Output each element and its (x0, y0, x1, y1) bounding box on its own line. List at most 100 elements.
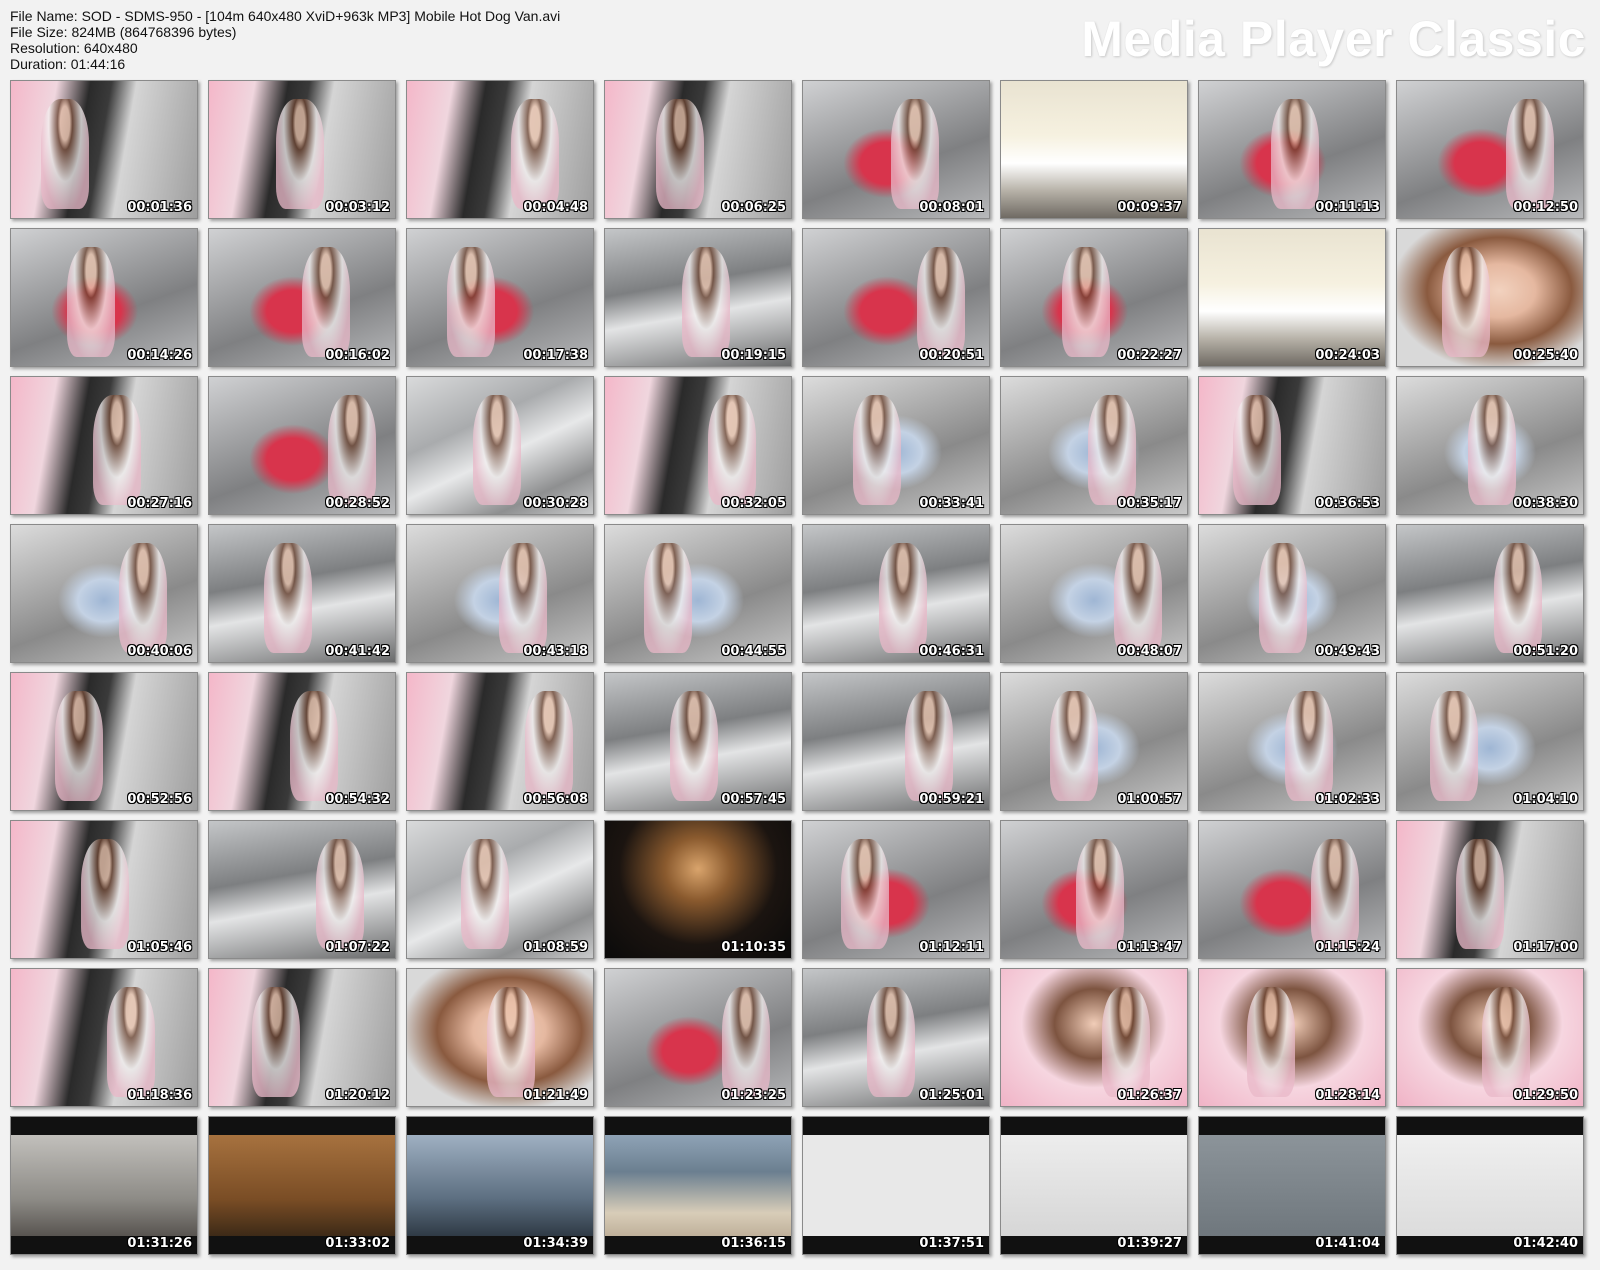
thumbnail-timestamp: 01:12:11 (919, 940, 984, 955)
thumbnail-timestamp: 00:22:27 (1117, 348, 1182, 363)
figure-silhouette (1456, 839, 1504, 949)
thumbnail-frame: 00:20:51 (802, 228, 990, 367)
figure-silhouette (1233, 395, 1281, 505)
thumbnail-grid: 00:01:36 00:03:12 00:04:48 00:06:25 00:08:01… (10, 80, 1590, 1256)
thumbnail-frame: 00:33:41 (802, 376, 990, 515)
thumbnail-timestamp: 01:17:00 (1513, 940, 1578, 955)
thumbnail-timestamp: 01:00:57 (1117, 792, 1182, 807)
duration-line: Duration: 01:44:16 (10, 56, 126, 72)
thumbnail-image (605, 1117, 791, 1254)
thumbnail-timestamp: 00:32:05 (721, 496, 786, 511)
figure-silhouette (1506, 99, 1554, 209)
thumbnail-frame: 00:01:36 (10, 80, 198, 219)
thumbnail-timestamp: 00:12:50 (1513, 200, 1578, 215)
thumbnail-timestamp: 01:23:25 (721, 1088, 786, 1103)
figure-silhouette (1482, 987, 1530, 1097)
thumbnail-timestamp: 00:52:56 (127, 792, 192, 807)
thumbnail-timestamp: 01:05:46 (127, 940, 192, 955)
thumbnail-frame: 00:44:55 (604, 524, 792, 663)
thumbnail-image (407, 229, 593, 366)
thumbnail-frame: 00:41:42 (208, 524, 396, 663)
figure-silhouette (1271, 99, 1319, 209)
thumbnail-frame: 01:10:35 (604, 820, 792, 959)
file-info-panel: File Name: SOD - SDMS-950 - [104m 640x48… (10, 8, 560, 72)
thumbnail-frame: 00:16:02 (208, 228, 396, 367)
thumbnail-timestamp: 00:19:15 (721, 348, 786, 363)
thumbnail-timestamp: 00:59:21 (919, 792, 984, 807)
thumbnail-image (1397, 673, 1583, 810)
figure-silhouette (1285, 691, 1333, 801)
thumbnail-timestamp: 00:06:25 (721, 200, 786, 215)
thumbnail-image (11, 673, 197, 810)
figure-silhouette (891, 99, 939, 209)
thumbnail-frame: 01:18:36 (10, 968, 198, 1107)
thumbnail-timestamp: 01:10:35 (721, 940, 786, 955)
thumbnail-timestamp: 00:41:42 (325, 644, 390, 659)
thumbnail-frame: 01:26:37 (1000, 968, 1188, 1107)
figure-silhouette (841, 839, 889, 949)
thumbnail-image (407, 1117, 593, 1254)
figure-silhouette (1076, 839, 1124, 949)
thumbnail-timestamp: 00:04:48 (523, 200, 588, 215)
thumbnail-frame: 00:28:52 (208, 376, 396, 515)
figure-silhouette (1062, 247, 1110, 357)
thumbnail-image (209, 969, 395, 1106)
thumbnail-timestamp: 01:20:12 (325, 1088, 390, 1103)
thumbnail-frame: 00:56:08 (406, 672, 594, 811)
figure-silhouette (1114, 543, 1162, 653)
thumbnail-frame: 00:25:40 (1396, 228, 1584, 367)
thumbnail-timestamp: 00:51:20 (1513, 644, 1578, 659)
figure-silhouette (644, 543, 692, 653)
figure-silhouette (1494, 543, 1542, 653)
figure-silhouette (656, 99, 704, 209)
figure-silhouette (328, 395, 376, 505)
thumbnail-image (605, 525, 791, 662)
thumbnail-frame: 01:29:50 (1396, 968, 1584, 1107)
figure-silhouette (682, 247, 730, 357)
thumbnail-frame: 01:21:49 (406, 968, 594, 1107)
thumbnail-timestamp: 01:26:37 (1117, 1088, 1182, 1103)
thumbnail-frame: 00:57:45 (604, 672, 792, 811)
thumbnail-timestamp: 01:29:50 (1513, 1088, 1578, 1103)
thumbnail-image (1397, 81, 1583, 218)
thumbnail-image (11, 525, 197, 662)
thumbnail-timestamp: 01:37:51 (919, 1236, 984, 1251)
thumbnail-frame: 00:17:38 (406, 228, 594, 367)
thumbnail-image (1199, 229, 1385, 366)
thumbnail-frame: 00:04:48 (406, 80, 594, 219)
thumbnail-frame: 01:34:39 (406, 1116, 594, 1255)
thumbnail-timestamp: 00:33:41 (919, 496, 984, 511)
thumbnail-frame: 01:25:01 (802, 968, 990, 1107)
thumbnail-frame: 00:51:20 (1396, 524, 1584, 663)
file-name-line: File Name: SOD - SDMS-950 - [104m 640x48… (10, 8, 561, 24)
figure-silhouette (1247, 987, 1295, 1097)
thumbnail-frame: 00:09:37 (1000, 80, 1188, 219)
thumbnail-frame: 01:41:04 (1198, 1116, 1386, 1255)
thumbnail-frame: 00:59:21 (802, 672, 990, 811)
thumbnail-frame: 00:11:13 (1198, 80, 1386, 219)
thumbnail-frame: 00:06:25 (604, 80, 792, 219)
thumbnail-timestamp: 00:40:06 (127, 644, 192, 659)
thumbnail-frame: 01:05:46 (10, 820, 198, 959)
figure-silhouette (1430, 691, 1478, 801)
thumbnail-timestamp: 00:57:45 (721, 792, 786, 807)
figure-silhouette (93, 395, 141, 505)
thumbnail-frame: 01:07:22 (208, 820, 396, 959)
thumbnail-timestamp: 01:02:33 (1315, 792, 1380, 807)
thumbnail-frame: 00:22:27 (1000, 228, 1188, 367)
thumbnail-timestamp: 01:39:27 (1117, 1236, 1182, 1251)
figure-silhouette (1442, 247, 1490, 357)
thumbnail-timestamp: 00:49:43 (1315, 644, 1380, 659)
thumbnail-image (11, 1117, 197, 1254)
thumbnail-image (1001, 1117, 1187, 1254)
thumbnail-image (11, 969, 197, 1106)
thumbnail-timestamp: 00:17:38 (523, 348, 588, 363)
figure-silhouette (499, 543, 547, 653)
thumbnail-timestamp: 01:07:22 (325, 940, 390, 955)
figure-silhouette (1088, 395, 1136, 505)
thumbnail-frame: 01:23:25 (604, 968, 792, 1107)
thumbnail-image (1397, 525, 1583, 662)
thumbnail-image (209, 1117, 395, 1254)
figure-silhouette (81, 839, 129, 949)
thumbnail-frame: 01:36:15 (604, 1116, 792, 1255)
